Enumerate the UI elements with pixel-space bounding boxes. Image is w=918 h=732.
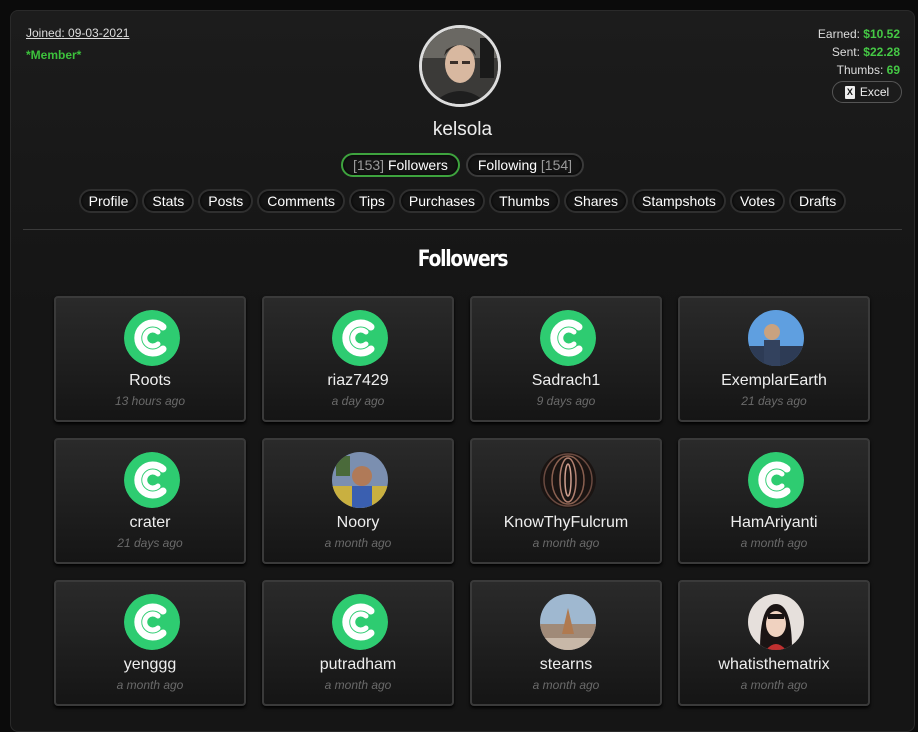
follower-avatar[interactable] [540, 452, 596, 508]
follower-card[interactable]: yenggg a month ago [54, 580, 246, 706]
follower-avatar[interactable] [748, 310, 804, 366]
follower-card[interactable]: crater 21 days ago [54, 438, 246, 564]
follower-time: a day ago [331, 394, 385, 408]
follower-card[interactable]: whatisthematrix a month ago [678, 580, 870, 706]
follower-name[interactable]: ExemplarEarth [680, 372, 868, 390]
follower-time: a month ago [324, 678, 392, 692]
follower-avatar[interactable] [332, 594, 388, 650]
follower-avatar[interactable] [332, 452, 388, 508]
follower-time: 9 days ago [536, 394, 596, 408]
follower-name[interactable]: Noory [264, 514, 452, 532]
earned-stat: Earned: $10.52 [818, 25, 900, 43]
nav-thumbs[interactable]: Thumbs [489, 189, 560, 213]
nav-posts[interactable]: Posts [198, 189, 254, 213]
follower-name[interactable]: Sadrach1 [472, 372, 660, 390]
follower-time: a month ago [324, 536, 392, 550]
follower-time: 21 days ago [741, 394, 807, 408]
profile-avatar[interactable] [419, 25, 501, 107]
nav-shares[interactable]: Shares [563, 189, 628, 213]
follower-avatar[interactable] [124, 594, 180, 650]
followers-label: Followers [387, 157, 448, 173]
follower-card[interactable]: ExemplarEarth 21 days ago [678, 296, 870, 422]
follower-name[interactable]: stearns [472, 656, 660, 674]
earned-value: $10.52 [863, 27, 900, 41]
follower-avatar[interactable] [748, 452, 804, 508]
nav-comments[interactable]: Comments [257, 189, 345, 213]
follower-card[interactable]: riaz7429 a day ago [262, 296, 454, 422]
follower-card[interactable]: putradham a month ago [262, 580, 454, 706]
follower-avatar[interactable] [124, 310, 180, 366]
follower-card[interactable]: KnowThyFulcrum a month ago [470, 438, 662, 564]
earned-label: Earned: [817, 27, 860, 41]
nav-votes[interactable]: Votes [729, 189, 785, 213]
followers-count: [153] [352, 157, 385, 173]
follower-card[interactable]: stearns a month ago [470, 580, 662, 706]
sent-value: $22.28 [863, 45, 900, 59]
profile-avatar-photo [422, 28, 498, 104]
following-label: Following [477, 157, 538, 173]
follower-name[interactable]: yenggg [56, 656, 244, 674]
follower-card[interactable]: Sadrach1 9 days ago [470, 296, 662, 422]
follower-time: a month ago [532, 536, 600, 550]
follower-card[interactable]: Noory a month ago [262, 438, 454, 564]
tab-following[interactable]: Following [154] [465, 153, 585, 177]
thumbs-label: Thumbs: [836, 63, 884, 77]
follower-avatar[interactable] [748, 594, 804, 650]
follower-avatar[interactable] [124, 452, 180, 508]
nav-profile[interactable]: Profile [78, 189, 139, 213]
nav-tips[interactable]: Tips [348, 189, 395, 213]
excel-export-button[interactable]: X Excel [832, 81, 902, 103]
follower-time: 13 hours ago [114, 394, 186, 408]
following-count: [154] [540, 157, 573, 173]
member-badge: *Member* [26, 48, 82, 62]
follower-time: 21 days ago [117, 536, 183, 550]
follower-avatar[interactable] [540, 310, 596, 366]
nav-purchases[interactable]: Purchases [398, 189, 486, 213]
follower-name[interactable]: Roots [56, 372, 244, 390]
follower-time: a month ago [532, 678, 600, 692]
divider [23, 229, 902, 230]
thumbs-value: 69 [886, 63, 900, 77]
profile-nav: Profile Stats Posts Comments Tips Purcha… [11, 189, 914, 213]
follower-name[interactable]: riaz7429 [264, 372, 452, 390]
follower-time: a month ago [740, 678, 808, 692]
follow-tabs: [153] Followers Following [154] [11, 153, 914, 177]
profile-panel: Joined: 09-03-2021 *Member* Earned: $10.… [10, 10, 915, 732]
thumbs-stat: Thumbs: 69 [818, 61, 900, 79]
excel-icon: X [844, 85, 855, 99]
follower-avatar[interactable] [540, 594, 596, 650]
follower-name[interactable]: crater [56, 514, 244, 532]
follower-name[interactable]: whatisthematrix [680, 656, 868, 674]
follower-card[interactable]: Roots 13 hours ago [54, 296, 246, 422]
joined-date: Joined: 09-03-2021 [26, 26, 130, 40]
tab-followers[interactable]: [153] Followers [340, 153, 460, 177]
followers-grid: Roots 13 hours ago riaz7429 a day ago Sadrac… [54, 296, 870, 706]
nav-drafts[interactable]: Drafts [788, 189, 847, 213]
sent-stat: Sent: $22.28 [818, 43, 900, 61]
section-title: Followers [417, 247, 509, 272]
follower-card[interactable]: HamAriyanti a month ago [678, 438, 870, 564]
sent-label: Sent: [831, 45, 860, 59]
stats-summary: Earned: $10.52 Sent: $22.28 Thumbs: 69 [818, 25, 900, 79]
nav-stampshots[interactable]: Stampshots [632, 189, 726, 213]
excel-label: Excel [859, 85, 890, 99]
profile-username: kelsola [432, 119, 493, 140]
follower-time: a month ago [740, 536, 808, 550]
nav-stats[interactable]: Stats [142, 189, 195, 213]
follower-time: a month ago [116, 678, 184, 692]
follower-name[interactable]: KnowThyFulcrum [472, 514, 660, 532]
follower-avatar[interactable] [332, 310, 388, 366]
follower-name[interactable]: HamAriyanti [680, 514, 868, 532]
follower-name[interactable]: putradham [264, 656, 452, 674]
